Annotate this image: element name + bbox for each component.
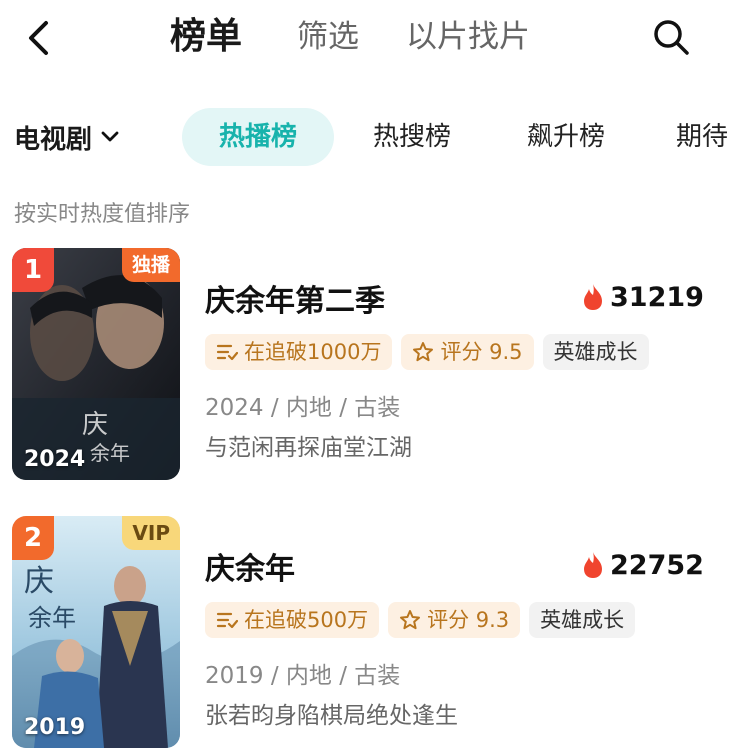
- show-title[interactable]: 庆余年: [205, 544, 295, 588]
- search-icon: [654, 20, 689, 55]
- flame-icon: [584, 552, 602, 578]
- heat-score: 31219: [582, 280, 704, 314]
- score-tag: 评分 9.5: [401, 334, 534, 370]
- show-meta: 2024 / 内地 / 古装: [205, 395, 401, 421]
- tab-hot-search[interactable]: 热搜榜: [354, 108, 470, 166]
- tab-find-by-film[interactable]: 以片找片: [406, 14, 530, 60]
- star-icon: [413, 342, 434, 362]
- tab-anticipated[interactable]: 期待: [676, 108, 735, 166]
- poster-year: 2019: [24, 715, 86, 740]
- score-tag-text: 评分 9.3: [427, 608, 510, 632]
- svg-text:庆: 庆: [24, 564, 54, 599]
- list-item[interactable]: 庆 余年 2 VIP 2019 庆余年 22752 在追破500万 评分 9.3: [0, 516, 735, 752]
- search-button[interactable]: [648, 14, 694, 60]
- score-tag: 评分 9.3: [388, 602, 521, 638]
- vip-badge: VIP: [122, 516, 180, 550]
- category-dropdown[interactable]: 电视剧: [14, 116, 120, 158]
- follow-tag-text: 在追破1000万: [244, 340, 382, 364]
- chevron-down-icon: [101, 131, 119, 142]
- heat-value: 31219: [610, 281, 704, 313]
- rank-badge: 2: [12, 516, 54, 560]
- rank-badge: 1: [12, 248, 54, 292]
- poster-year: 2024: [24, 447, 86, 472]
- follow-tag-text: 在追破500万: [244, 608, 369, 632]
- flame-icon: [584, 284, 602, 310]
- poster-image[interactable]: 庆 余年 1 独播 2024: [12, 248, 180, 480]
- star-icon: [400, 610, 421, 630]
- heat-score: 22752: [582, 548, 704, 582]
- top-bar: 榜单 筛选 以片找片: [0, 0, 735, 76]
- svg-text:余年: 余年: [90, 441, 130, 465]
- show-meta: 2019 / 内地 / 古装: [205, 663, 401, 689]
- score-tag-text: 评分 9.5: [440, 340, 523, 364]
- list-item[interactable]: 庆 余年 1 独播 2024 庆余年第二季 31219 在追破1000万 评分 …: [0, 248, 735, 488]
- tab-filter[interactable]: 筛选: [297, 14, 359, 60]
- svg-text:余年: 余年: [28, 604, 76, 632]
- theme-tag: 英雄成长: [529, 602, 636, 638]
- sort-hint: 按实时热度值排序: [14, 202, 191, 227]
- follow-tag: 在追破500万: [205, 602, 380, 638]
- poster-image[interactable]: 庆 余年 2 VIP 2019: [12, 516, 180, 748]
- tag-row: 在追破1000万 评分 9.5 英雄成长: [205, 334, 649, 370]
- show-title[interactable]: 庆余年第二季: [205, 276, 385, 320]
- show-description: 与范闲再探庙堂江湖: [205, 435, 412, 461]
- tab-rising[interactable]: 飙升榜: [508, 108, 624, 166]
- heat-value: 22752: [610, 549, 704, 581]
- filter-row: 电视剧 热播榜 热搜榜 飙升榜 期待: [0, 106, 735, 168]
- show-description: 张若昀身陷棋局绝处逢生: [205, 703, 458, 729]
- category-label: 电视剧: [14, 124, 93, 155]
- follow-tag: 在追破1000万: [205, 334, 393, 370]
- chevron-left-icon: [29, 21, 48, 55]
- svg-text:庆: 庆: [82, 410, 108, 440]
- back-button[interactable]: [18, 18, 58, 58]
- list-icon: [216, 612, 238, 629]
- exclusive-badge: 独播: [121, 248, 180, 282]
- tag-row: 在追破500万 评分 9.3 英雄成长: [205, 602, 636, 638]
- tab-ranking[interactable]: 榜单: [170, 14, 242, 60]
- tab-hot-play[interactable]: 热播榜: [182, 108, 334, 166]
- theme-tag: 英雄成长: [542, 334, 649, 370]
- list-icon: [216, 344, 238, 361]
